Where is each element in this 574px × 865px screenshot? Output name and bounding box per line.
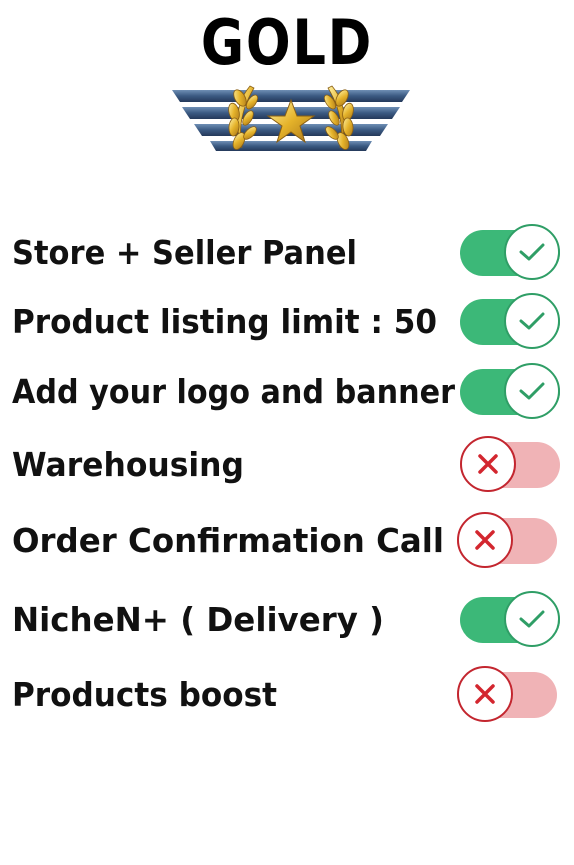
feature-label: Products boost	[12, 675, 277, 714]
gold-rank-badge-icon	[170, 80, 412, 158]
feature-label: Warehousing	[12, 445, 244, 484]
feature-toggle[interactable]	[460, 224, 560, 280]
feature-label: Product listing limit : 50	[12, 302, 437, 341]
check-icon	[504, 591, 560, 647]
feature-toggle[interactable]	[460, 436, 560, 492]
feature-label: NicheN+ ( Delivery )	[12, 600, 384, 639]
close-icon	[460, 436, 516, 492]
feature-row: Warehousing	[0, 436, 574, 492]
feature-toggle[interactable]	[457, 666, 557, 722]
close-icon	[457, 512, 513, 568]
check-icon	[504, 224, 560, 280]
feature-row: Products boost	[0, 666, 574, 722]
feature-row: Product listing limit : 50	[0, 293, 574, 349]
plan-title: GOLD	[200, 6, 374, 79]
feature-row: Add your logo and banner	[0, 363, 574, 419]
feature-toggle[interactable]	[460, 293, 560, 349]
feature-label: Add your logo and banner	[12, 372, 455, 411]
feature-label: Store + Seller Panel	[12, 233, 357, 272]
feature-row: Order Confirmation Call	[0, 512, 574, 568]
feature-toggle[interactable]	[460, 591, 560, 647]
feature-toggle[interactable]	[457, 512, 557, 568]
check-icon	[504, 293, 560, 349]
feature-row: Store + Seller Panel	[0, 224, 574, 280]
feature-label: Order Confirmation Call	[12, 521, 444, 560]
close-icon	[457, 666, 513, 722]
feature-toggle[interactable]	[460, 363, 560, 419]
check-icon	[504, 363, 560, 419]
feature-row: NicheN+ ( Delivery )	[0, 591, 574, 647]
